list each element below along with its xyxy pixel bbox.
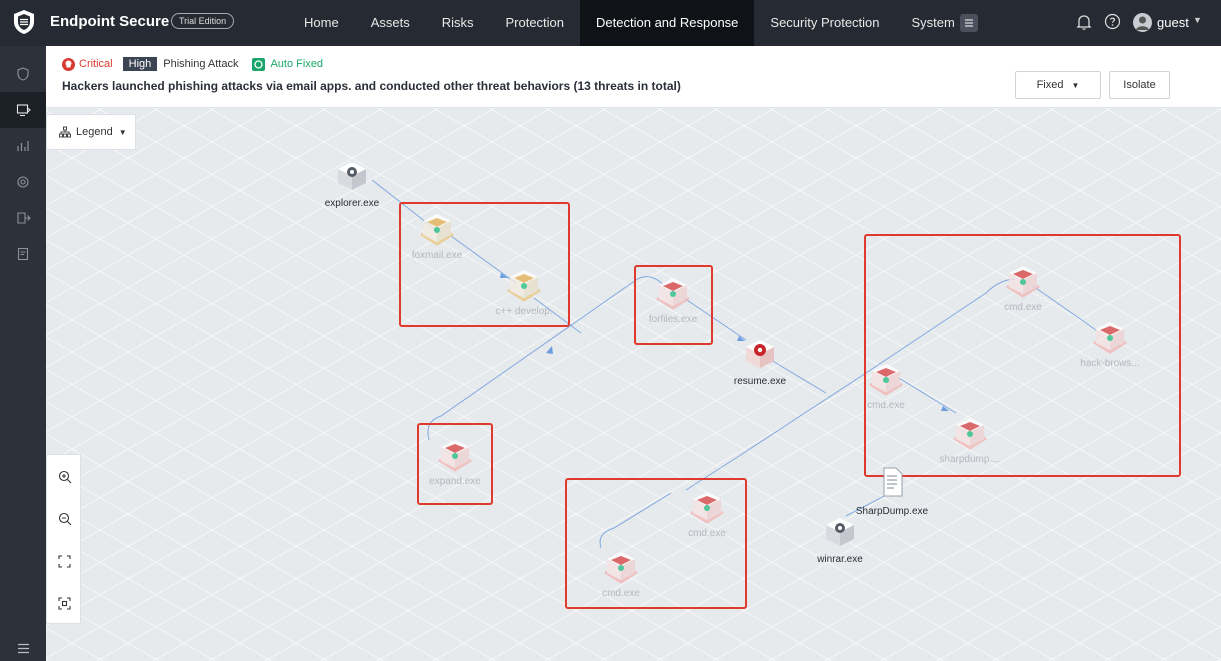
node-hack-browser[interactable]: hack-brows...	[1050, 316, 1170, 369]
node-label: cmd.exe	[1004, 302, 1042, 313]
node-label: hack-brows...	[1080, 358, 1140, 369]
fit-screen-icon	[58, 554, 71, 568]
node-cmd-upper-right[interactable]: cmd.exe	[963, 260, 1083, 313]
hierarchy-icon	[59, 126, 71, 138]
mail-process-icon	[653, 272, 693, 312]
chevron-down-icon: ▼	[1071, 80, 1080, 90]
incident-header: Critical High Phishing Attack Auto Fixed…	[46, 46, 1221, 108]
user-avatar-icon[interactable]	[1133, 13, 1152, 32]
malicious-process-icon	[740, 334, 780, 374]
nav-detection-and-response[interactable]: Detection and Response	[580, 0, 755, 46]
chevron-down-icon[interactable]: ▼	[1193, 15, 1202, 25]
process-gear-icon	[332, 156, 372, 196]
node-label: cmd.exe	[688, 528, 726, 539]
monitor-response-icon	[16, 104, 31, 117]
app-title: Endpoint Secure	[50, 13, 170, 30]
node-label: foxmail.exe	[411, 250, 463, 261]
incident-tags: Critical High Phishing Attack Auto Fixed	[62, 57, 323, 71]
node-label: winrar.exe	[817, 554, 863, 565]
node-foxmail[interactable]: foxmail.exe	[377, 208, 497, 261]
sidebar-item-export[interactable]	[0, 200, 46, 236]
sidebar-collapse-button[interactable]	[0, 636, 46, 661]
sidebar-item-target[interactable]	[0, 164, 46, 200]
zoom-in-button[interactable]	[47, 457, 82, 497]
node-explorer[interactable]: explorer.exe	[292, 156, 412, 209]
report-icon	[17, 247, 29, 261]
shield-icon	[17, 67, 29, 81]
export-icon	[16, 212, 31, 224]
nav-protection[interactable]: Protection	[489, 0, 580, 46]
mail-process-icon	[687, 486, 727, 526]
severity-label: Critical	[79, 58, 113, 70]
bell-icon[interactable]	[1076, 13, 1092, 36]
edition-badge: Trial Edition	[171, 13, 235, 29]
nav-home[interactable]: Home	[288, 0, 355, 46]
process-gear-icon	[820, 512, 860, 552]
main-nav: Home Assets Risks Protection Detection a…	[288, 0, 971, 46]
legend-label: Legend	[76, 126, 113, 138]
fit-screen-button[interactable]	[47, 541, 82, 581]
attack-graph-canvas[interactable]: Legend ▼ explorer.exe foxmail.exe c++ de…	[46, 108, 1221, 661]
node-sharpdump-short[interactable]: sharpdump....	[910, 412, 1030, 465]
legend-button[interactable]: Legend ▼	[46, 114, 136, 150]
target-icon	[17, 176, 29, 188]
level-badge: High	[122, 57, 158, 71]
chart-icon	[17, 141, 29, 151]
mail-process-icon	[601, 546, 641, 586]
node-cmd-lower-right[interactable]: cmd.exe	[647, 486, 767, 539]
nav-risks[interactable]: Risks	[426, 0, 490, 46]
node-label: cmd.exe	[867, 400, 905, 411]
zoom-out-icon	[58, 512, 71, 526]
zoom-out-button[interactable]	[47, 499, 82, 539]
sidebar	[0, 46, 46, 661]
mail-process-icon	[950, 412, 990, 452]
fixed-label: Fixed	[1036, 79, 1064, 91]
mail-process-icon	[866, 358, 906, 398]
question-icon[interactable]	[1104, 13, 1121, 35]
node-expand[interactable]: expand.exe	[395, 434, 515, 487]
center-focus-icon	[58, 596, 71, 610]
chevron-down-icon: ▼	[118, 127, 127, 137]
node-label: cmd.exe	[602, 588, 640, 599]
nav-assets[interactable]: Assets	[355, 0, 426, 46]
top-navigation-bar: Endpoint Secure Trial Edition Home Asset…	[0, 0, 1221, 46]
node-label: resume.exe	[733, 376, 787, 387]
sidebar-item-detection-response[interactable]	[0, 92, 46, 128]
mail-process-icon	[504, 264, 544, 304]
threat-type-label: Phishing Attack	[163, 58, 239, 70]
isolate-button[interactable]: Isolate	[1109, 71, 1170, 99]
nav-security-protection[interactable]: Security Protection	[754, 0, 895, 46]
node-cpp-develop[interactable]: c++ develop.	[464, 264, 584, 317]
incident-summary: Hackers launched phishing attacks via em…	[62, 79, 681, 93]
sidebar-item-shield[interactable]	[0, 56, 46, 92]
mail-process-icon	[1003, 260, 1043, 300]
sidebar-item-report[interactable]	[0, 236, 46, 272]
mail-process-icon	[417, 208, 457, 248]
status-label: Auto Fixed	[270, 58, 324, 70]
node-cmd-mid[interactable]: cmd.exe	[826, 358, 946, 411]
node-label: c++ develop.	[495, 306, 553, 317]
zoom-in-icon	[58, 470, 71, 484]
node-resume[interactable]: resume.exe	[700, 334, 820, 387]
node-label: expand.exe	[429, 476, 481, 487]
collapse-menu-icon	[17, 643, 29, 654]
fixed-dropdown-button[interactable]: Fixed ▼	[1015, 71, 1101, 99]
node-label: forfiles.exe	[648, 314, 698, 325]
auto-fixed-icon	[252, 57, 266, 71]
mail-process-icon	[1090, 316, 1130, 356]
list-menu-icon[interactable]	[960, 14, 978, 32]
mail-process-icon	[435, 434, 475, 474]
shield-logo-icon[interactable]	[10, 8, 38, 36]
center-focus-button[interactable]	[47, 583, 82, 623]
user-name[interactable]: guest	[1157, 15, 1189, 30]
node-sharpdump[interactable]: SharpDump.exe	[832, 464, 952, 517]
node-cmd-lower-left[interactable]: cmd.exe	[561, 546, 681, 599]
sidebar-item-analytics[interactable]	[0, 128, 46, 164]
node-forfiles[interactable]: forfiles.exe	[613, 272, 733, 325]
file-icon	[872, 464, 912, 504]
node-winrar[interactable]: winrar.exe	[780, 512, 900, 565]
zoom-controls	[46, 454, 81, 624]
critical-icon	[62, 57, 75, 71]
